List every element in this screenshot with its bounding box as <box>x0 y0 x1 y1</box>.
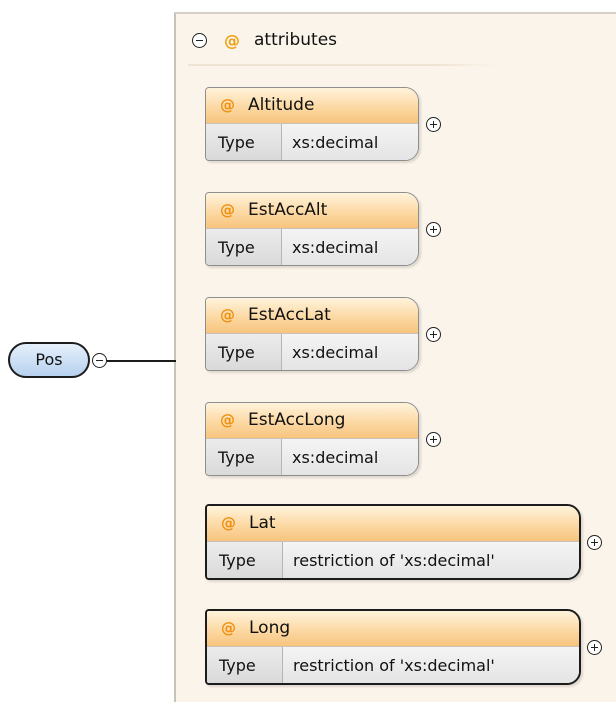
attribute-type-row: Type restriction of 'xs:decimal' <box>207 647 579 683</box>
attribute-type-row: Type xs:decimal <box>206 229 418 265</box>
type-key-label: Type <box>206 334 282 370</box>
collapse-pos-icon[interactable] <box>92 353 107 368</box>
attribute-card-estacclong[interactable]: @ EstAccLong Type xs:decimal <box>205 402 419 476</box>
type-key-label: Type <box>207 542 283 578</box>
attribute-symbol-icon: @ <box>221 514 236 532</box>
attribute-name: Long <box>249 618 291 638</box>
attribute-card-lat[interactable]: @ Lat Type restriction of 'xs:decimal' <box>205 504 581 580</box>
attribute-name: EstAccLong <box>248 410 346 430</box>
type-key-label: Type <box>206 439 282 475</box>
attribute-card-estaccalt[interactable]: @ EstAccAlt Type xs:decimal <box>205 192 419 266</box>
attribute-symbol-icon: @ <box>224 31 240 50</box>
attribute-name: Lat <box>249 513 276 533</box>
attribute-name: Altitude <box>248 95 315 115</box>
attribute-name: EstAccAlt <box>248 200 328 220</box>
pos-element-node[interactable]: Pos <box>8 342 90 378</box>
attribute-card-altitude[interactable]: @ Altitude Type xs:decimal <box>205 87 419 161</box>
attribute-type-row: Type xs:decimal <box>206 334 418 370</box>
attribute-card-estacclat[interactable]: @ EstAccLat Type xs:decimal <box>205 297 419 371</box>
type-value: xs:decimal <box>282 124 418 160</box>
expand-altitude-icon[interactable] <box>426 117 441 132</box>
type-value: restriction of 'xs:decimal' <box>283 542 579 578</box>
connector-line <box>107 360 176 362</box>
attribute-name-row: @ EstAccAlt <box>206 193 418 229</box>
attribute-symbol-icon: @ <box>220 201 235 219</box>
attribute-name-row: @ EstAccLat <box>206 298 418 334</box>
expand-long-icon[interactable] <box>587 640 602 655</box>
attribute-symbol-icon: @ <box>220 306 235 324</box>
divider <box>188 64 498 66</box>
attribute-name-row: @ Altitude <box>206 88 418 124</box>
attribute-name: EstAccLat <box>248 305 331 325</box>
type-key-label: Type <box>206 229 282 265</box>
attribute-type-row: Type xs:decimal <box>206 439 418 475</box>
attribute-type-row: Type xs:decimal <box>206 124 418 160</box>
expand-estaccalt-icon[interactable] <box>426 222 441 237</box>
attributes-group-label: attributes <box>254 30 338 50</box>
type-value: xs:decimal <box>282 334 418 370</box>
type-key-label: Type <box>207 647 283 683</box>
expand-estacclong-icon[interactable] <box>426 432 441 447</box>
attribute-symbol-icon: @ <box>220 411 235 429</box>
attribute-name-row: @ EstAccLong <box>206 403 418 439</box>
type-value: xs:decimal <box>282 439 418 475</box>
attribute-name-row: @ Lat <box>207 506 579 542</box>
attribute-name-row: @ Long <box>207 611 579 647</box>
expand-estacclat-icon[interactable] <box>426 327 441 342</box>
attribute-type-row: Type restriction of 'xs:decimal' <box>207 542 579 578</box>
type-value: restriction of 'xs:decimal' <box>283 647 579 683</box>
type-key-label: Type <box>206 124 282 160</box>
collapse-attributes-icon[interactable] <box>192 33 207 48</box>
attribute-card-long[interactable]: @ Long Type restriction of 'xs:decimal' <box>205 609 581 685</box>
attribute-symbol-icon: @ <box>221 619 236 637</box>
type-value: xs:decimal <box>282 229 418 265</box>
expand-lat-icon[interactable] <box>587 535 602 550</box>
attribute-symbol-icon: @ <box>220 96 235 114</box>
attributes-group-header: @ attributes <box>188 24 498 60</box>
